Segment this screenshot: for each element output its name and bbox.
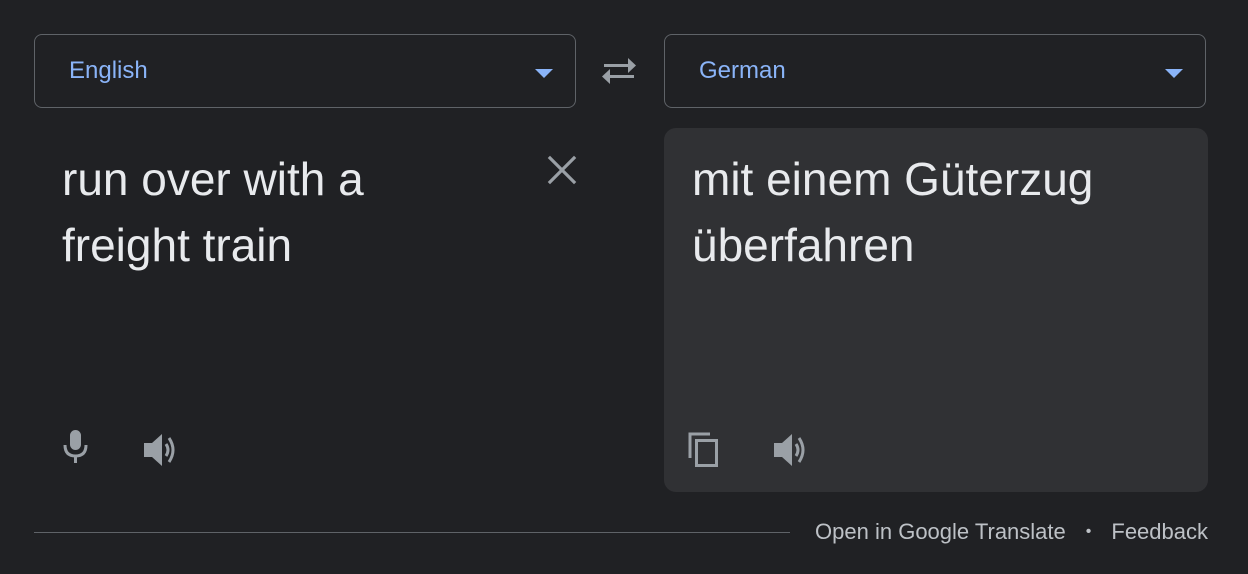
source-language-select[interactable]: English — [34, 34, 576, 108]
copy-translation-button[interactable] — [684, 428, 728, 472]
clear-source-button[interactable] — [542, 150, 582, 190]
microphone-button[interactable] — [54, 426, 98, 470]
open-in-google-translate-link[interactable]: Open in Google Translate — [815, 519, 1066, 545]
speaker-icon — [774, 434, 805, 466]
source-listen-button[interactable] — [140, 428, 184, 472]
speaker-icon — [144, 434, 175, 466]
footer-separator: • — [1085, 523, 1092, 540]
close-icon — [547, 155, 577, 185]
translate-widget: English German run over with a freight t… — [0, 0, 1248, 574]
copy-icon — [688, 432, 718, 467]
caret-down-icon — [1165, 69, 1183, 78]
source-language-label: English — [69, 57, 148, 84]
footer: Open in Google Translate • Feedback — [815, 519, 1208, 545]
caret-down-icon — [535, 69, 553, 78]
feedback-link[interactable]: Feedback — [1111, 519, 1208, 545]
swap-arrows-icon — [602, 58, 636, 84]
swap-languages-button[interactable] — [598, 54, 640, 88]
source-text-input[interactable]: run over with a freight train — [62, 146, 502, 278]
footer-divider — [34, 532, 790, 533]
source-panel: run over with a freight train — [34, 128, 577, 492]
microphone-icon — [63, 430, 88, 463]
target-language-select[interactable]: German — [664, 34, 1206, 108]
translation-listen-button[interactable] — [770, 428, 814, 472]
target-language-label: German — [699, 57, 786, 84]
translation-text: mit einem Güterzug überfahren — [692, 153, 1094, 271]
translation-panel: mit einem Güterzug überfahren — [664, 128, 1208, 492]
